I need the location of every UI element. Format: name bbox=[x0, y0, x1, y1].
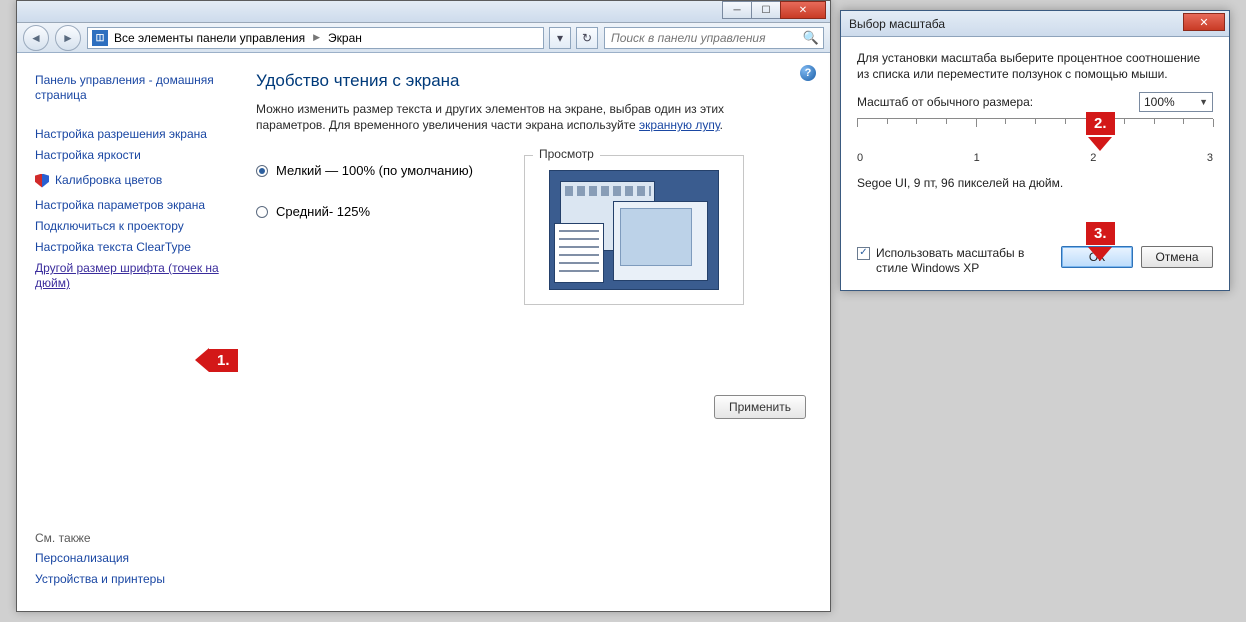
preview-box: Просмотр bbox=[524, 155, 744, 305]
radio-small-label: Мелкий — 100% (по умолчанию) bbox=[276, 163, 473, 178]
arrow-left-icon bbox=[195, 348, 209, 372]
chevron-right-icon: ▶ bbox=[313, 32, 320, 43]
see-also-devices[interactable]: Устройства и принтеры bbox=[35, 572, 222, 587]
back-button[interactable]: ◄ bbox=[23, 25, 49, 51]
search-input[interactable] bbox=[609, 30, 803, 46]
window-controls: ─ ☐ ✕ bbox=[723, 1, 826, 19]
see-also-title: См. также bbox=[35, 531, 222, 545]
radio-medium[interactable]: Средний- 125% bbox=[256, 204, 516, 219]
preview-legend: Просмотр bbox=[533, 147, 600, 161]
sidebar: Панель управления - домашняя страница На… bbox=[17, 53, 232, 611]
navbar: ◄ ► ◫ Все элементы панели управления ▶ Э… bbox=[17, 23, 830, 53]
dialog-intro: Для установки масштаба выберите процентн… bbox=[857, 51, 1213, 82]
help-icon[interactable]: ? bbox=[800, 65, 816, 81]
scale-label: Масштаб от обычного размера: bbox=[857, 95, 1033, 109]
custom-dpi-dialog: Выбор масштаба ✕ Для установки масштаба … bbox=[840, 10, 1230, 291]
scale-value: 100% bbox=[1144, 95, 1175, 109]
scale-ruler[interactable] bbox=[857, 118, 1213, 148]
close-button[interactable]: ✕ bbox=[780, 1, 826, 19]
sidebar-item-brightness[interactable]: Настройка яркости bbox=[35, 148, 222, 163]
size-options: Мелкий — 100% (по умолчанию) Средний- 12… bbox=[256, 155, 516, 245]
marker-2: 2. bbox=[1086, 112, 1115, 151]
marker-3: 3. bbox=[1086, 222, 1115, 261]
arrow-down-icon bbox=[1088, 247, 1112, 261]
ruler-label-1: 1 bbox=[974, 152, 980, 164]
marker-1-label: 1. bbox=[209, 349, 238, 372]
radio-small[interactable]: Мелкий — 100% (по умолчанию) bbox=[256, 163, 516, 178]
magnifier-link[interactable]: экранную лупу bbox=[639, 118, 720, 132]
dialog-title: Выбор масштаба bbox=[849, 17, 945, 31]
marker-1: 1. bbox=[195, 348, 238, 372]
ruler-label-0: 0 bbox=[857, 152, 863, 164]
see-also-section: См. также Персонализация Устройства и пр… bbox=[35, 531, 222, 593]
address-bar[interactable]: ◫ Все элементы панели управления ▶ Экран bbox=[87, 27, 544, 49]
ruler-label-3: 3 bbox=[1207, 152, 1213, 164]
radio-icon bbox=[256, 165, 268, 177]
radio-icon bbox=[256, 206, 268, 218]
breadcrumb-root[interactable]: Все элементы панели управления bbox=[114, 31, 305, 45]
marker-3-label: 3. bbox=[1086, 222, 1115, 245]
page-description: Можно изменить размер текста и других эл… bbox=[256, 101, 796, 133]
dialog-close-button[interactable]: ✕ bbox=[1183, 13, 1225, 31]
ruler-label-2: 2 bbox=[1090, 152, 1096, 164]
scale-combobox[interactable]: 100% ▼ bbox=[1139, 92, 1213, 112]
sidebar-item-resolution[interactable]: Настройка разрешения экрана bbox=[35, 127, 222, 142]
search-box[interactable]: 🔍 bbox=[604, 27, 824, 49]
cancel-button[interactable]: Отмена bbox=[1141, 246, 1213, 268]
control-panel-icon: ◫ bbox=[92, 30, 108, 46]
sidebar-item-custom-dpi[interactable]: Другой размер шрифта (точек на дюйм) bbox=[35, 261, 222, 291]
breadcrumb-leaf[interactable]: Экран bbox=[328, 31, 362, 45]
desc-text-end: . bbox=[720, 118, 723, 132]
checkbox-icon: ✓ bbox=[857, 247, 870, 260]
maximize-button[interactable]: ☐ bbox=[751, 1, 781, 19]
search-icon: 🔍 bbox=[803, 30, 819, 46]
forward-button[interactable]: ► bbox=[55, 25, 81, 51]
marker-2-label: 2. bbox=[1086, 112, 1115, 135]
shield-icon bbox=[35, 174, 49, 188]
sidebar-item-display-params[interactable]: Настройка параметров экрана bbox=[35, 198, 222, 213]
page-title: Удобство чтения с экрана bbox=[256, 71, 806, 91]
sidebar-item-home[interactable]: Панель управления - домашняя страница bbox=[35, 73, 222, 103]
apply-button[interactable]: Применить bbox=[714, 395, 806, 419]
dialog-titlebar: Выбор масштаба ✕ bbox=[841, 11, 1229, 37]
sidebar-item-calibrate[interactable]: Калибровка цветов bbox=[55, 173, 162, 188]
minimize-button[interactable]: ─ bbox=[722, 1, 752, 19]
addressbar-dropdown[interactable]: ▾ bbox=[549, 27, 571, 49]
xp-style-checkbox[interactable]: ✓ Использовать масштабы в стиле Windows … bbox=[857, 246, 1037, 276]
preview-image bbox=[549, 170, 719, 290]
arrow-down-icon bbox=[1088, 137, 1112, 151]
ruler-labels: 0 1 2 3 bbox=[857, 152, 1213, 164]
control-panel-window: ─ ☐ ✕ ◄ ► ◫ Все элементы панели управлен… bbox=[16, 0, 831, 612]
sidebar-item-cleartype[interactable]: Настройка текста ClearType bbox=[35, 240, 222, 255]
sample-text: Segoe UI, 9 пт, 96 пикселей на дюйм. bbox=[857, 176, 1213, 192]
refresh-button[interactable]: ↻ bbox=[576, 27, 598, 49]
content-pane: ? Удобство чтения с экрана Можно изменит… bbox=[232, 53, 830, 611]
radio-medium-label: Средний- 125% bbox=[276, 204, 370, 219]
xp-checkbox-label: Использовать масштабы в стиле Windows XP bbox=[876, 246, 1037, 276]
sidebar-item-projector[interactable]: Подключиться к проектору bbox=[35, 219, 222, 234]
see-also-personalization[interactable]: Персонализация bbox=[35, 551, 222, 566]
chevron-down-icon: ▼ bbox=[1199, 97, 1208, 107]
titlebar: ─ ☐ ✕ bbox=[17, 1, 830, 23]
